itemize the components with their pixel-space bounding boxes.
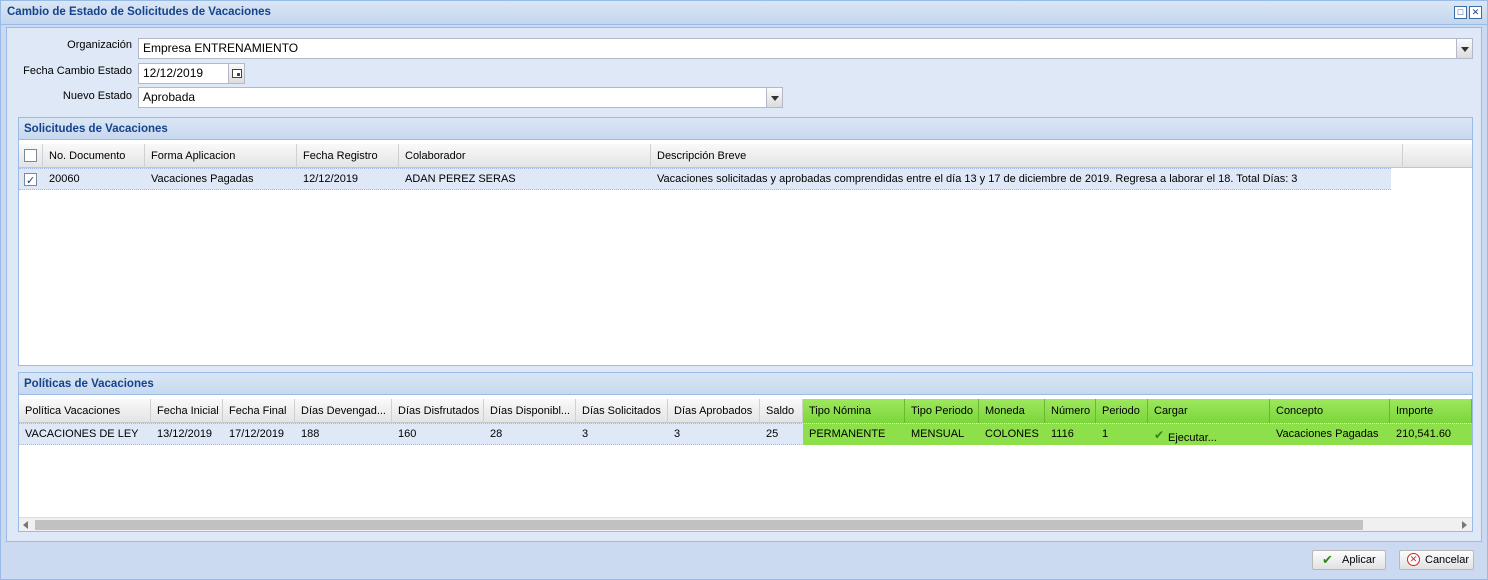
column-header[interactable]: Forma Aplicacion	[145, 144, 297, 168]
numero-cell: 1116	[1045, 424, 1096, 445]
cancelar-button[interactable]: ✕ Cancelar	[1399, 550, 1474, 570]
politicas-grid-header: Política Vacaciones Fecha Inicial Fecha …	[19, 399, 1472, 423]
organizacion-label: Organización	[67, 39, 132, 51]
column-header[interactable]: Colaborador	[399, 144, 651, 168]
apply-check-icon: ✔	[1322, 552, 1333, 567]
cancel-icon: ✕	[1407, 553, 1420, 566]
fecha-value: 12/12/2019	[143, 66, 204, 80]
estado-value: Aprobada	[143, 90, 196, 104]
fecha-final-cell: 17/12/2019	[229, 428, 285, 440]
estado-dropdown-icon[interactable]	[766, 87, 783, 108]
devengados-cell: 188	[301, 428, 320, 440]
tipo-nomina-cell: PERMANENTE	[803, 424, 905, 445]
column-header[interactable]: Tipo Periodo	[905, 399, 979, 423]
close-icon[interactable]: ✕	[1469, 6, 1482, 19]
row-select-cell[interactable]	[19, 169, 43, 190]
fecha-input[interactable]: 12/12/2019	[138, 63, 245, 84]
moneda-cell: COLONES	[979, 424, 1045, 445]
window-header[interactable]: Cambio de Estado de Solicitudes de Vacac…	[1, 1, 1487, 25]
cancelar-label: Cancelar	[1425, 554, 1470, 566]
solicitudes-panel-header: Solicitudes de Vacaciones	[19, 118, 1472, 140]
scroll-left-icon[interactable]	[23, 521, 28, 529]
politica-cell: VACACIONES DE LEY	[25, 428, 139, 440]
column-header[interactable]: Número	[1045, 399, 1096, 423]
forma-cell: Vacaciones Pagadas	[151, 173, 254, 185]
ejecutar-link[interactable]: Ejecutar...	[1168, 428, 1217, 445]
horizontal-scrollbar[interactable]	[19, 517, 1472, 531]
solicitados-cell: 3	[582, 428, 589, 440]
row-checkbox[interactable]	[24, 171, 37, 190]
window-body: Organización Empresa ENTRENAMIENTO Fecha…	[6, 27, 1482, 542]
cargar-cell[interactable]: ✔ Ejecutar...	[1148, 424, 1270, 445]
column-header[interactable]: Política Vacaciones	[19, 399, 151, 423]
table-row[interactable]: VACACIONES DE LEY 13/12/2019 17/12/2019 …	[19, 423, 1472, 445]
calendar-icon[interactable]	[228, 63, 245, 84]
estado-label: Nuevo Estado	[62, 90, 132, 102]
colaborador-cell: ADAN PEREZ SERAS	[405, 173, 516, 185]
organizacion-dropdown-icon[interactable]	[1456, 38, 1473, 59]
column-header[interactable]: Periodo	[1096, 399, 1148, 423]
column-header[interactable]: Importe	[1390, 399, 1472, 423]
saldo-cell: 25	[766, 428, 779, 440]
organizacion-value: Empresa ENTRENAMIENTO	[143, 41, 299, 55]
column-header[interactable]: Fecha Inicial	[151, 399, 223, 423]
table-row[interactable]: 20060 Vacaciones Pagadas 12/12/2019 ADAN…	[19, 168, 1391, 190]
politicas-title: Políticas de Vacaciones	[24, 378, 154, 390]
politicas-panel: Políticas de Vacaciones Política Vacacio…	[18, 372, 1473, 532]
periodo-cell: 1	[1096, 424, 1148, 445]
fecha-label: Fecha Cambio Estado	[23, 65, 132, 77]
solicitudes-grid-header: No. Documento Forma Aplicacion Fecha Reg…	[19, 144, 1472, 168]
disponibles-cell: 28	[490, 428, 503, 440]
aplicar-button[interactable]: ✔ Aplicar	[1312, 550, 1386, 570]
scroll-thumb[interactable]	[35, 520, 1363, 530]
disfrutados-cell: 160	[398, 428, 417, 440]
column-header[interactable]: Saldo	[760, 399, 803, 423]
column-header[interactable]: Cargar	[1148, 399, 1270, 423]
scroll-right-icon[interactable]	[1462, 521, 1467, 529]
select-all-cell[interactable]	[19, 144, 43, 168]
tipo-periodo-cell: MENSUAL	[905, 424, 979, 445]
column-header[interactable]: Moneda	[979, 399, 1045, 423]
column-header[interactable]: Concepto	[1270, 399, 1390, 423]
documento-cell: 20060	[49, 173, 80, 185]
select-all-checkbox[interactable]	[24, 149, 37, 162]
descripcion-cell: Vacaciones solicitadas y aprobadas compr…	[657, 173, 1298, 185]
column-header[interactable]: Tipo Nómina	[803, 399, 905, 423]
maximize-icon[interactable]: □	[1454, 6, 1467, 19]
concepto-cell: Vacaciones Pagadas	[1270, 424, 1390, 445]
check-icon: ✔	[1154, 428, 1165, 442]
organizacion-combo[interactable]: Empresa ENTRENAMIENTO	[138, 38, 1473, 59]
fecha-inicial-cell: 13/12/2019	[157, 428, 213, 440]
column-header[interactable]: Días Devengad...	[295, 399, 392, 423]
column-header[interactable]: Días Disfrutados	[392, 399, 484, 423]
solicitudes-panel: Solicitudes de Vacaciones No. Documento …	[18, 117, 1473, 366]
politicas-panel-header: Políticas de Vacaciones	[19, 373, 1472, 395]
column-header[interactable]: Fecha Registro	[297, 144, 399, 168]
aprobados-cell: 3	[674, 428, 681, 440]
column-header[interactable]: Días Aprobados	[668, 399, 760, 423]
solicitudes-title: Solicitudes de Vacaciones	[24, 123, 168, 135]
dialog-window: Cambio de Estado de Solicitudes de Vacac…	[0, 0, 1488, 580]
importe-cell: 210,541.60	[1390, 424, 1472, 445]
estado-combo[interactable]: Aprobada	[138, 87, 783, 108]
aplicar-label: Aplicar	[1342, 554, 1376, 566]
column-header[interactable]: Fecha Final	[223, 399, 295, 423]
column-header[interactable]: No. Documento	[43, 144, 145, 168]
column-header[interactable]: Días Disponibl...	[484, 399, 576, 423]
column-header[interactable]: Días Solicitados	[576, 399, 668, 423]
fecha-registro-cell: 12/12/2019	[303, 173, 359, 185]
column-header[interactable]: Descripción Breve	[651, 144, 1403, 168]
window-title: Cambio de Estado de Solicitudes de Vacac…	[7, 6, 271, 18]
